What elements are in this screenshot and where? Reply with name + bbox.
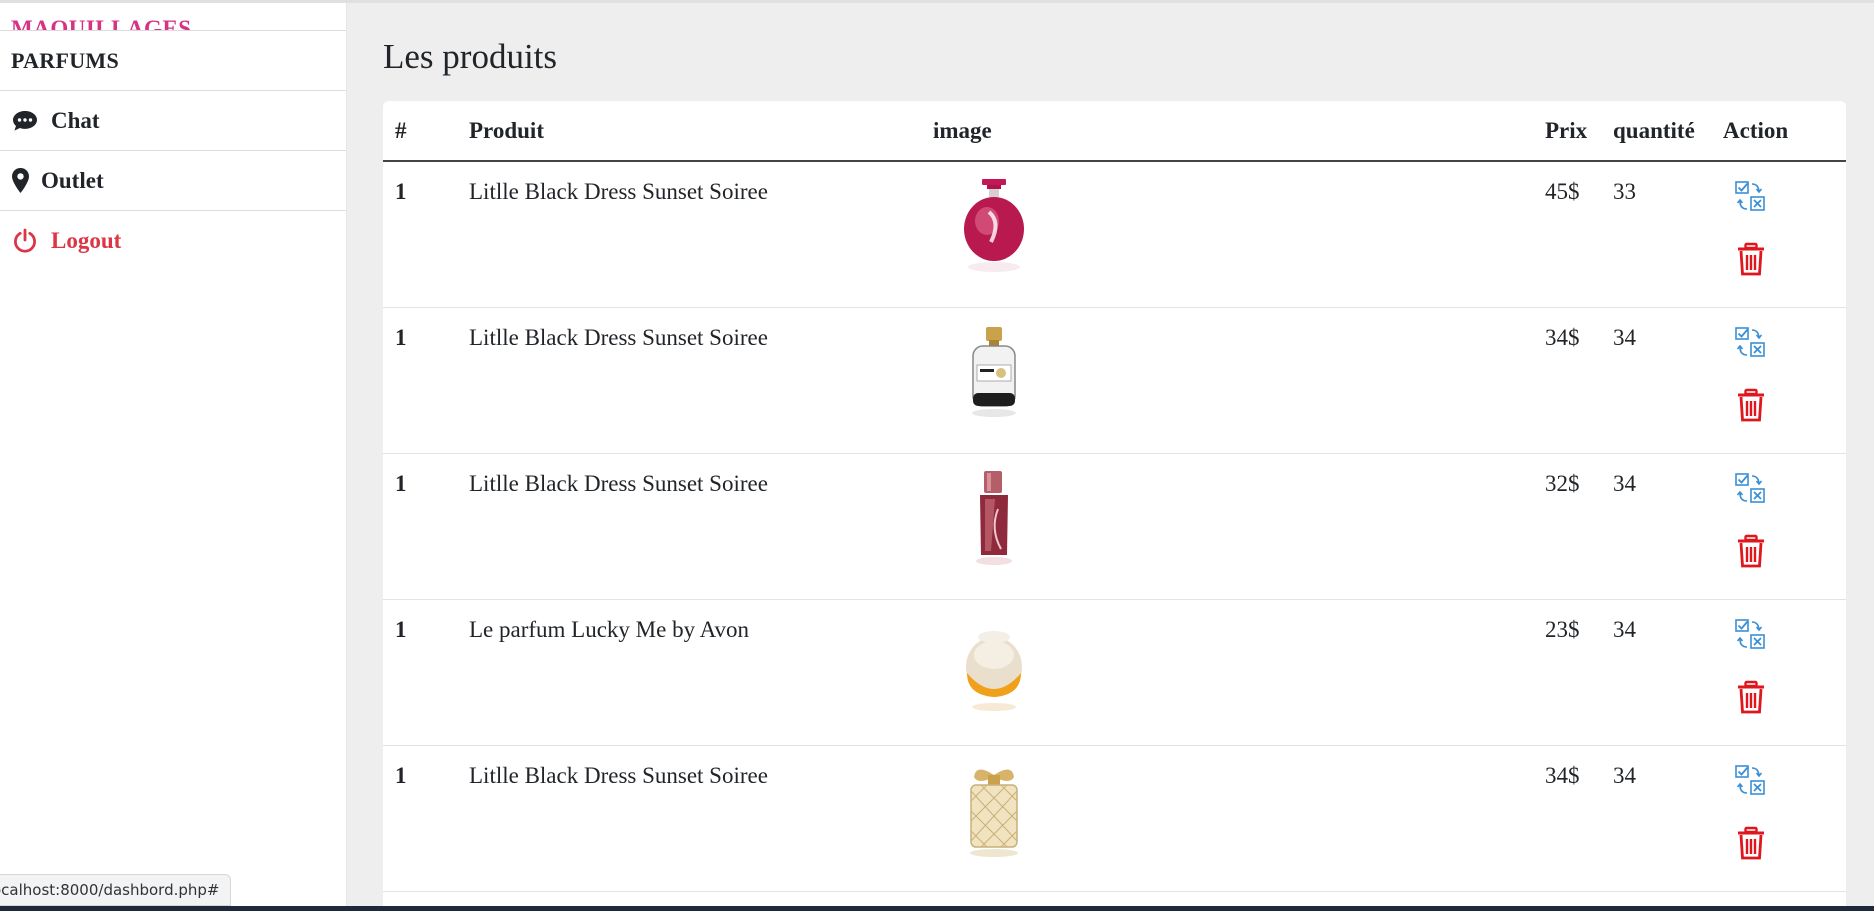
trash-icon[interactable] — [1733, 533, 1769, 569]
table-header-row: # Produit image Prix quantité Action — [383, 101, 1846, 162]
row-actions — [1723, 763, 1834, 861]
cell-image — [921, 453, 1533, 600]
sidebar-item-label: PARFUMS — [11, 47, 120, 73]
row-actions — [1723, 179, 1834, 277]
products-card: # Produit image Prix quantité Action 1 L… — [383, 101, 1846, 911]
cell-prix: 34$ — [1533, 307, 1601, 454]
sidebar: MAQUILLAGES PARFUMS Chat Outlet Logout — [0, 3, 347, 911]
cell-produit: Litlle Black Dress Sunset Soiree — [457, 745, 921, 892]
cell-quantite: 34 — [1601, 599, 1711, 746]
cell-image — [921, 161, 1533, 308]
sidebar-item-label: Logout — [51, 228, 122, 253]
sidebar-item-logout[interactable]: Logout — [0, 211, 346, 271]
header-num: # — [383, 101, 457, 162]
cell-quantite: 34 — [1601, 307, 1711, 454]
header-prix: Prix — [1533, 101, 1601, 162]
product-image — [933, 469, 1521, 569]
cell-num: 1 — [383, 745, 457, 892]
row-actions — [1723, 325, 1834, 423]
table-row: 1 Le parfum Lucky Me by Avon 23$ 34 — [383, 599, 1846, 746]
row-actions — [1723, 471, 1834, 569]
cell-action — [1711, 745, 1846, 892]
taskbar — [0, 906, 1874, 911]
sidebar-item-label: Outlet — [41, 167, 104, 193]
cell-produit: Le parfum Lucky Me by Avon — [457, 599, 921, 746]
cell-produit: Litlle Black Dress Sunset Soiree — [457, 453, 921, 600]
chat-icon — [11, 107, 39, 135]
table-row: 1 Litlle Black Dress Sunset Soiree 34$ 3… — [383, 745, 1846, 892]
main-content: Les produits # Produit image Prix quanti… — [383, 3, 1846, 911]
sidebar-item-maquillages[interactable]: MAQUILLAGES — [0, 3, 346, 31]
sidebar-item-label: Chat — [51, 107, 100, 133]
cell-produit: Litlle Black Dress Sunset Soiree — [457, 161, 921, 308]
sidebar-item-outlet[interactable]: Outlet — [0, 151, 346, 211]
trash-icon[interactable] — [1733, 387, 1769, 423]
sidebar-item-chat[interactable]: Chat — [0, 91, 346, 151]
edit-icon[interactable] — [1733, 763, 1769, 799]
cell-num: 1 — [383, 599, 457, 746]
cell-action — [1711, 453, 1846, 600]
edit-icon[interactable] — [1733, 471, 1769, 507]
trash-icon[interactable] — [1733, 241, 1769, 277]
cell-image — [921, 599, 1533, 746]
cell-quantite: 33 — [1601, 161, 1711, 308]
cell-quantite: 34 — [1601, 453, 1711, 600]
cell-action — [1711, 307, 1846, 454]
table-row: 1 Litlle Black Dress Sunset Soiree 32$ 3… — [383, 453, 1846, 600]
cell-num: 1 — [383, 307, 457, 454]
page: MAQUILLAGES PARFUMS Chat Outlet Logout L… — [0, 0, 1874, 911]
power-icon — [11, 227, 39, 255]
table-row: 1 Litlle Black Dress Sunset Soiree 34$ 3… — [383, 307, 1846, 454]
header-quantite: quantité — [1601, 101, 1711, 162]
header-image: image — [921, 101, 1533, 162]
cell-prix: 32$ — [1533, 453, 1601, 600]
location-pin-icon — [11, 167, 29, 195]
cell-produit: Litlle Black Dress Sunset Soiree — [457, 307, 921, 454]
table-row: 1 Litlle Black Dress Sunset Soiree 45$ 3… — [383, 161, 1846, 308]
cell-action — [1711, 599, 1846, 746]
product-image — [933, 615, 1521, 715]
product-image — [933, 323, 1521, 423]
edit-icon[interactable] — [1733, 325, 1769, 361]
edit-icon[interactable] — [1733, 617, 1769, 653]
page-title: Les produits — [383, 37, 558, 76]
trash-icon[interactable] — [1733, 679, 1769, 715]
cell-num: 1 — [383, 453, 457, 600]
cell-prix: 45$ — [1533, 161, 1601, 308]
row-actions — [1723, 617, 1834, 715]
cell-num: 1 — [383, 161, 457, 308]
products-table: # Produit image Prix quantité Action 1 L… — [383, 101, 1846, 892]
product-image — [933, 177, 1521, 277]
header-produit: Produit — [457, 101, 921, 162]
sidebar-item-parfums[interactable]: PARFUMS — [0, 31, 346, 91]
sidebar-item-label: MAQUILLAGES — [11, 16, 192, 31]
cell-image — [921, 307, 1533, 454]
trash-icon[interactable] — [1733, 825, 1769, 861]
browser-status-bar: ocalhost:8000/dashbord.php# — [0, 874, 231, 906]
cell-prix: 23$ — [1533, 599, 1601, 746]
cell-image — [921, 745, 1533, 892]
cell-quantite: 34 — [1601, 745, 1711, 892]
edit-icon[interactable] — [1733, 179, 1769, 215]
cell-action — [1711, 161, 1846, 308]
status-url: ocalhost:8000/dashbord.php# — [0, 881, 220, 899]
header-action: Action — [1711, 101, 1846, 162]
cell-prix: 34$ — [1533, 745, 1601, 892]
product-image — [933, 761, 1521, 861]
